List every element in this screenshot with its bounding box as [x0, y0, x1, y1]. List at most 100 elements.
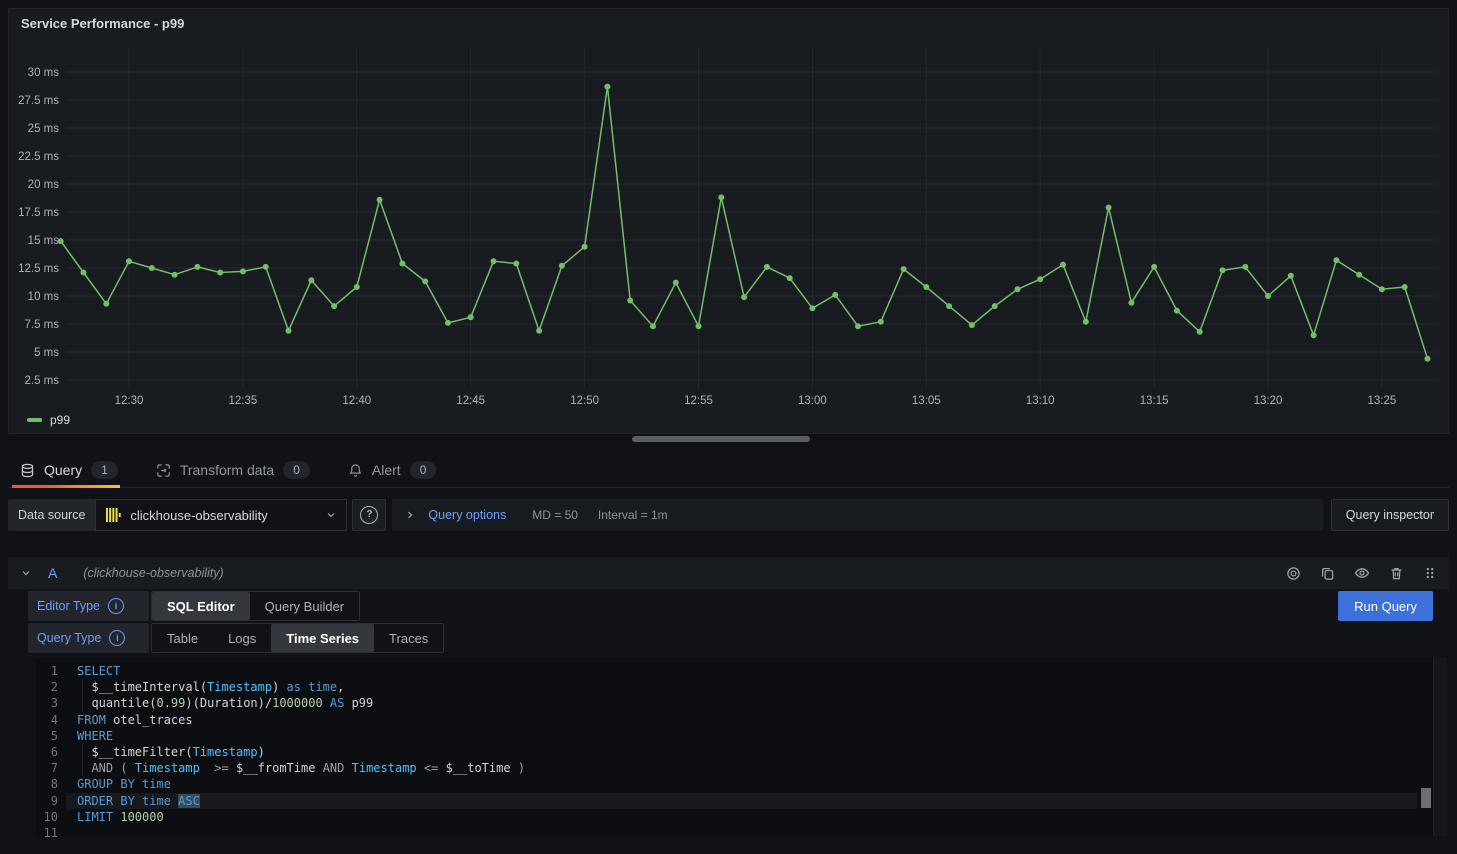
tab-query-label: Query [44, 462, 82, 478]
editor-type-row: Editor Type i SQL Editor Query Builder [28, 591, 360, 621]
query-options-strip: Query options MD = 50 Interval = 1m [392, 499, 1322, 531]
svg-text:12:55: 12:55 [684, 395, 713, 407]
svg-text:13:05: 13:05 [912, 395, 941, 407]
query-section-tabs: Query 1 Transform data 0 [8, 453, 1449, 488]
trash-icon[interactable] [1389, 566, 1404, 581]
datasource-picker[interactable]: clickhouse-observability [95, 499, 347, 531]
query-type-toggle: Table Logs Time Series Traces [151, 623, 444, 653]
code-line: 11 [36, 825, 1447, 841]
query-type-option-traces[interactable]: Traces [374, 624, 443, 652]
interval-value: Interval = 1m [598, 508, 668, 522]
tab-alert-count: 0 [410, 461, 437, 479]
query-type-label-chip: Query Type i [28, 623, 149, 653]
database-icon [20, 463, 35, 478]
query-type-label: Query Type [37, 631, 101, 645]
svg-text:25 ms: 25 ms [28, 123, 60, 135]
query-type-option-logs[interactable]: Logs [213, 624, 271, 652]
svg-text:17.5 ms: 17.5 ms [18, 207, 59, 219]
max-data-points-value: MD = 50 [532, 508, 578, 522]
clickhouse-logo-icon [105, 507, 121, 523]
editor-type-label-chip: Editor Type i [28, 591, 149, 621]
svg-text:12:35: 12:35 [229, 395, 258, 407]
svg-text:13:15: 13:15 [1140, 395, 1169, 407]
drag-handle-icon[interactable] [1423, 566, 1437, 580]
svg-text:20 ms: 20 ms [28, 179, 60, 191]
svg-text:7.5 ms: 7.5 ms [24, 319, 59, 331]
tab-query-count: 1 [91, 461, 118, 479]
svg-text:13:10: 13:10 [1026, 395, 1055, 407]
svg-text:15 ms: 15 ms [28, 235, 60, 247]
tab-transform-label: Transform data [180, 462, 274, 478]
sql-editor[interactable]: 1SELECT2 $__timeInterval(Timestamp) as t… [36, 658, 1447, 836]
code-line: 8GROUP BY time [36, 776, 1447, 792]
query-inspector-button[interactable]: Query inspector [1331, 499, 1449, 531]
bell-icon [348, 463, 363, 478]
svg-text:27.5 ms: 27.5 ms [18, 95, 59, 107]
chevron-down-icon [325, 509, 337, 521]
svg-text:13:25: 13:25 [1368, 395, 1397, 407]
transform-icon [156, 463, 171, 478]
query-options-toggle[interactable]: Query options [428, 508, 506, 522]
run-query-button[interactable]: Run Query [1338, 591, 1433, 621]
overview-ruler-marker [1421, 788, 1431, 808]
code-line: 2 $__timeInterval(Timestamp) as time, [36, 679, 1447, 695]
chevron-right-icon [404, 509, 416, 521]
svg-text:12.5 ms: 12.5 ms [18, 263, 59, 275]
editor-type-toggle: SQL Editor Query Builder [151, 591, 360, 621]
query-type-row: Query Type i Table Logs Time Series Trac… [28, 623, 444, 653]
datasource-label: Data source [8, 499, 95, 531]
query-ref-id[interactable]: A [48, 565, 57, 581]
query-datasource-hint: (clickhouse-observability) [83, 566, 223, 580]
query-type-option-table[interactable]: Table [152, 624, 213, 652]
svg-text:13:20: 13:20 [1254, 395, 1283, 407]
code-line: 4FROM otel_traces [36, 712, 1447, 728]
svg-text:10 ms: 10 ms [28, 291, 60, 303]
timeseries-chart[interactable]: 30 ms27.5 ms25 ms22.5 ms20 ms17.5 ms15 m… [9, 9, 1446, 431]
query-row-actions [1286, 565, 1437, 581]
info-circle-icon[interactable]: i [108, 598, 124, 614]
panel-title: Service Performance - p99 [21, 16, 184, 31]
code-line: 10LIMIT 100000 [36, 809, 1447, 825]
query-toolbar: Data source clickhouse-observability ? [8, 499, 1449, 531]
svg-text:12:50: 12:50 [570, 395, 599, 407]
tab-transform-count: 0 [283, 461, 310, 479]
grafana-screen: Service Performance - p99 30 ms27.5 ms25… [0, 0, 1457, 854]
svg-text:22.5 ms: 22.5 ms [18, 151, 59, 163]
code-line: 9ORDER BY time ASC [36, 793, 1447, 809]
editor-type-option-sql-editor[interactable]: SQL Editor [152, 592, 250, 620]
duplicate-icon[interactable] [1320, 566, 1335, 581]
code-line: 7 AND ( Timestamp >= $__fromTime AND Tim… [36, 760, 1447, 776]
svg-text:12:45: 12:45 [456, 395, 485, 407]
svg-text:5 ms: 5 ms [34, 347, 59, 359]
datasource-help-button[interactable]: ? [352, 499, 386, 531]
code-line: 5WHERE [36, 728, 1447, 744]
editor-type-option-query-builder[interactable]: Query Builder [250, 592, 359, 620]
disable-query-icon[interactable] [1286, 566, 1301, 581]
tab-alert[interactable]: Alert 0 [336, 453, 448, 487]
code-line: 1SELECT [36, 663, 1447, 679]
question-circle-icon: ? [360, 506, 378, 524]
svg-text:13:00: 13:00 [798, 395, 827, 407]
horizontal-scrollbar-thumb[interactable] [632, 436, 810, 442]
tab-transform-data[interactable]: Transform data 0 [144, 453, 322, 487]
query-row-header: A (clickhouse-observability) [8, 557, 1449, 589]
code-line: 3 quantile(0.99)(Duration)/1000000 AS p9… [36, 695, 1447, 711]
svg-text:12:40: 12:40 [342, 395, 371, 407]
timeseries-panel: Service Performance - p99 30 ms27.5 ms25… [8, 8, 1449, 434]
legend-label: p99 [50, 413, 70, 427]
query-type-option-time-series[interactable]: Time Series [271, 624, 374, 652]
datasource-value: clickhouse-observability [130, 508, 316, 523]
chart-legend[interactable]: p99 [27, 413, 70, 427]
tab-alert-label: Alert [372, 462, 401, 478]
collapse-chevron-down-icon[interactable] [20, 567, 32, 579]
svg-text:2.5 ms: 2.5 ms [24, 375, 59, 387]
editor-scrollbar[interactable] [1433, 658, 1447, 836]
legend-swatch [27, 418, 42, 422]
info-circle-icon[interactable]: i [109, 630, 125, 646]
sql-code: 1SELECT2 $__timeInterval(Timestamp) as t… [36, 663, 1447, 841]
tab-query[interactable]: Query 1 [8, 453, 130, 487]
code-line: 6 $__timeFilter(Timestamp) [36, 744, 1447, 760]
editor-type-label: Editor Type [37, 599, 100, 613]
eye-icon[interactable] [1354, 565, 1370, 581]
svg-text:12:30: 12:30 [115, 395, 144, 407]
